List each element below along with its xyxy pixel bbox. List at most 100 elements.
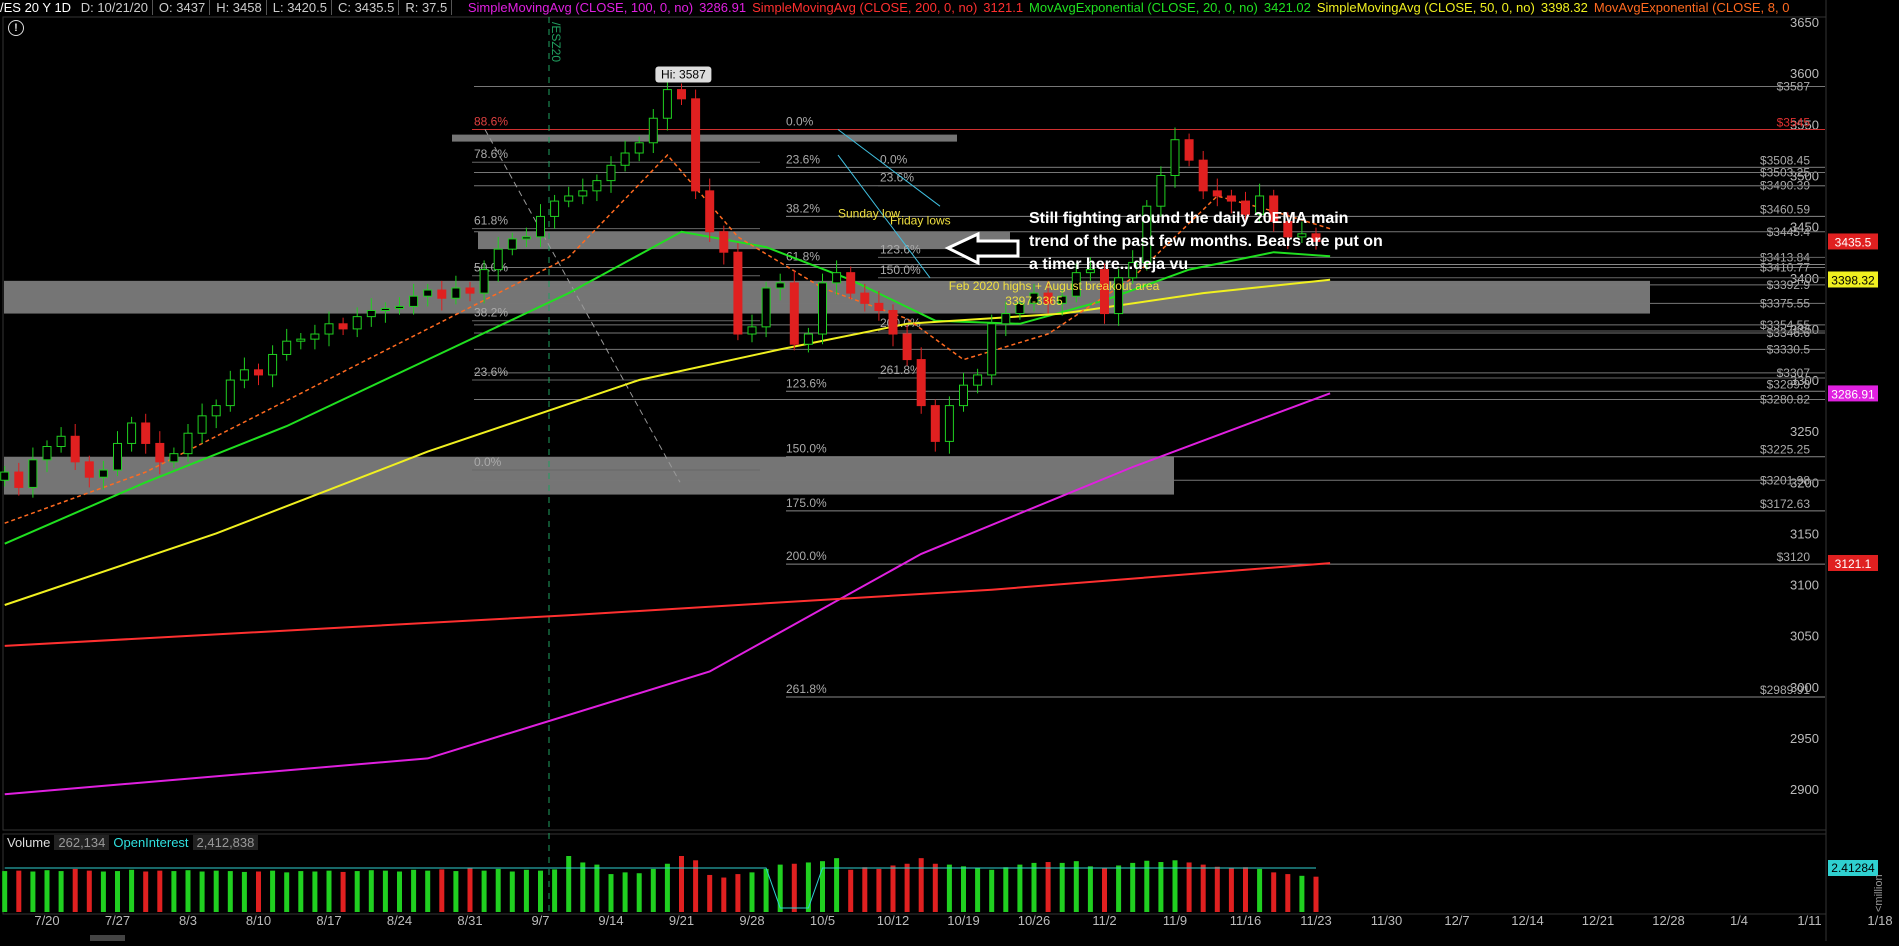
candle-body: [550, 200, 560, 217]
candle-body: [225, 379, 235, 407]
volume-bar: [241, 871, 247, 912]
fib-level-pct: 261.8%: [786, 682, 827, 696]
volume-unit-label: <million: [1873, 874, 1885, 912]
volume-bar: [1116, 865, 1122, 912]
y-tick-label: 3650: [1790, 15, 1819, 30]
fib-level-pct: 123.6%: [786, 376, 827, 390]
study-legend: SimpleMovingAvg (CLOSE, 100, 0, no) 3286.…: [468, 0, 1790, 15]
volume-bar: [890, 865, 896, 912]
candle-body: [268, 353, 278, 376]
study-name[interactable]: SimpleMovingAvg (CLOSE, 50, 0, no): [1317, 0, 1535, 15]
horizontal-scrollbar-thumb[interactable]: [90, 935, 125, 941]
candle-body: [197, 415, 207, 434]
volume-bar: [411, 869, 417, 912]
x-tick-label: 9/21: [669, 913, 694, 928]
symbol-label[interactable]: /ES 20 Y 1D: [0, 0, 71, 15]
study-value: 3398.32: [1540, 0, 1588, 15]
volume-bar: [777, 864, 783, 912]
volume-panel-frame: [2, 833, 1827, 915]
x-tick-label: 12/28: [1652, 913, 1685, 928]
volume-bar: [509, 871, 515, 912]
ma-line-sma-100: [4, 392, 1331, 796]
zone-label: Feb 2020 highs + August breakout area: [949, 279, 1160, 293]
candle-body: [930, 405, 940, 442]
x-tick-label: 12/7: [1444, 913, 1469, 928]
left-fib-pct: 0.0%: [474, 455, 502, 469]
candle-body: [536, 215, 545, 238]
volume-bar: [707, 874, 713, 912]
candle-body: [254, 369, 263, 376]
fib-level-pct: 23.6%: [786, 152, 820, 166]
candle-body: [1226, 195, 1236, 202]
candle-body: [479, 269, 489, 294]
volume-bar: [1003, 867, 1009, 912]
candle-body: [155, 442, 165, 463]
fib-level-pct: 175.0%: [786, 496, 827, 510]
study-name[interactable]: MovAvgExponential (CLOSE, 8, 0, no): [1594, 0, 1790, 15]
volume-bar: [1313, 876, 1319, 912]
candle-body: [141, 422, 151, 444]
volume-bar: [1299, 875, 1305, 912]
x-tick-label: 10/26: [1018, 913, 1051, 928]
volume-bar: [664, 863, 670, 912]
volume-bar: [961, 866, 966, 912]
candle-body: [648, 117, 658, 144]
volume-bar: [538, 870, 543, 912]
candle-body: [705, 190, 715, 233]
left-fib-pct: 38.2%: [474, 306, 508, 320]
study-name[interactable]: MovAvgExponential (CLOSE, 20, 0, no): [1029, 0, 1258, 15]
volume-bar: [791, 863, 797, 912]
mid-fib-pct: 123.6%: [880, 242, 921, 256]
candle-body: [761, 287, 771, 328]
candle-body: [451, 287, 461, 299]
ohlc-item: L: 3420.5: [272, 0, 332, 15]
candle-body: [606, 164, 616, 182]
volume-bar: [523, 869, 529, 912]
support-zone-lower: [4, 456, 1174, 495]
volume-bar: [1045, 862, 1051, 912]
y-tick-label: 2900: [1790, 782, 1819, 797]
ohlc-item: D: 10/21/20: [80, 0, 153, 15]
volume-bar: [848, 869, 854, 912]
volume-bar: [100, 871, 106, 912]
candle-body: [1184, 139, 1194, 161]
chart-area[interactable]: 2900 2950 3000 3050 3100 3150 3200 3250 3300 3350…: [0, 0, 1899, 941]
candle-body: [169, 453, 179, 463]
volume-bar: [171, 871, 177, 912]
volume-bar: [1200, 864, 1206, 912]
candle-body: [1001, 313, 1011, 325]
annotation-note: Still fighting around the daily 20EMA ma…: [1029, 210, 1383, 273]
candle-body: [1156, 175, 1166, 207]
candle-body: [352, 316, 362, 330]
ohlc-item: R: 37.5: [405, 0, 453, 15]
volume-bar: [256, 871, 261, 912]
study-name[interactable]: SimpleMovingAvg (CLOSE, 100, 0, no): [468, 0, 693, 15]
fib-level-pct: 200.0%: [786, 549, 827, 563]
left-fib-pct: 78.6%: [474, 147, 508, 161]
volume-bar: [326, 870, 332, 912]
candle-body: [592, 180, 602, 192]
volume-bar: [270, 870, 276, 912]
x-tick-label: 7/20: [34, 913, 59, 928]
candle-body: [507, 238, 517, 250]
volume-bar: [1102, 868, 1107, 912]
candle-body: [818, 282, 827, 335]
price-level-label: $3445.4: [1767, 225, 1811, 239]
volume-bar: [368, 870, 374, 912]
alert-icon[interactable]: !: [8, 20, 24, 36]
volume-bar: [382, 870, 388, 912]
price-level-label: $3375.55: [1760, 296, 1810, 310]
candle-body: [98, 469, 108, 478]
study-name[interactable]: SimpleMovingAvg (CLOSE, 200, 0, no): [752, 0, 977, 15]
candle-body: [832, 272, 842, 284]
volume-bar: [1087, 866, 1093, 912]
volume-bar: [1214, 866, 1220, 912]
candle-body: [493, 248, 503, 271]
price-badge-label: 3286.91: [1831, 387, 1875, 401]
candle-body: [338, 323, 348, 330]
price-chart-svg[interactable]: 2900295030003050310031503200325033003350…: [0, 0, 1899, 941]
candle-body: [423, 289, 433, 297]
study-value: 3421.02: [1263, 0, 1311, 15]
price-level-label: $3280.82: [1760, 392, 1810, 406]
volume-bar: [2, 871, 8, 912]
